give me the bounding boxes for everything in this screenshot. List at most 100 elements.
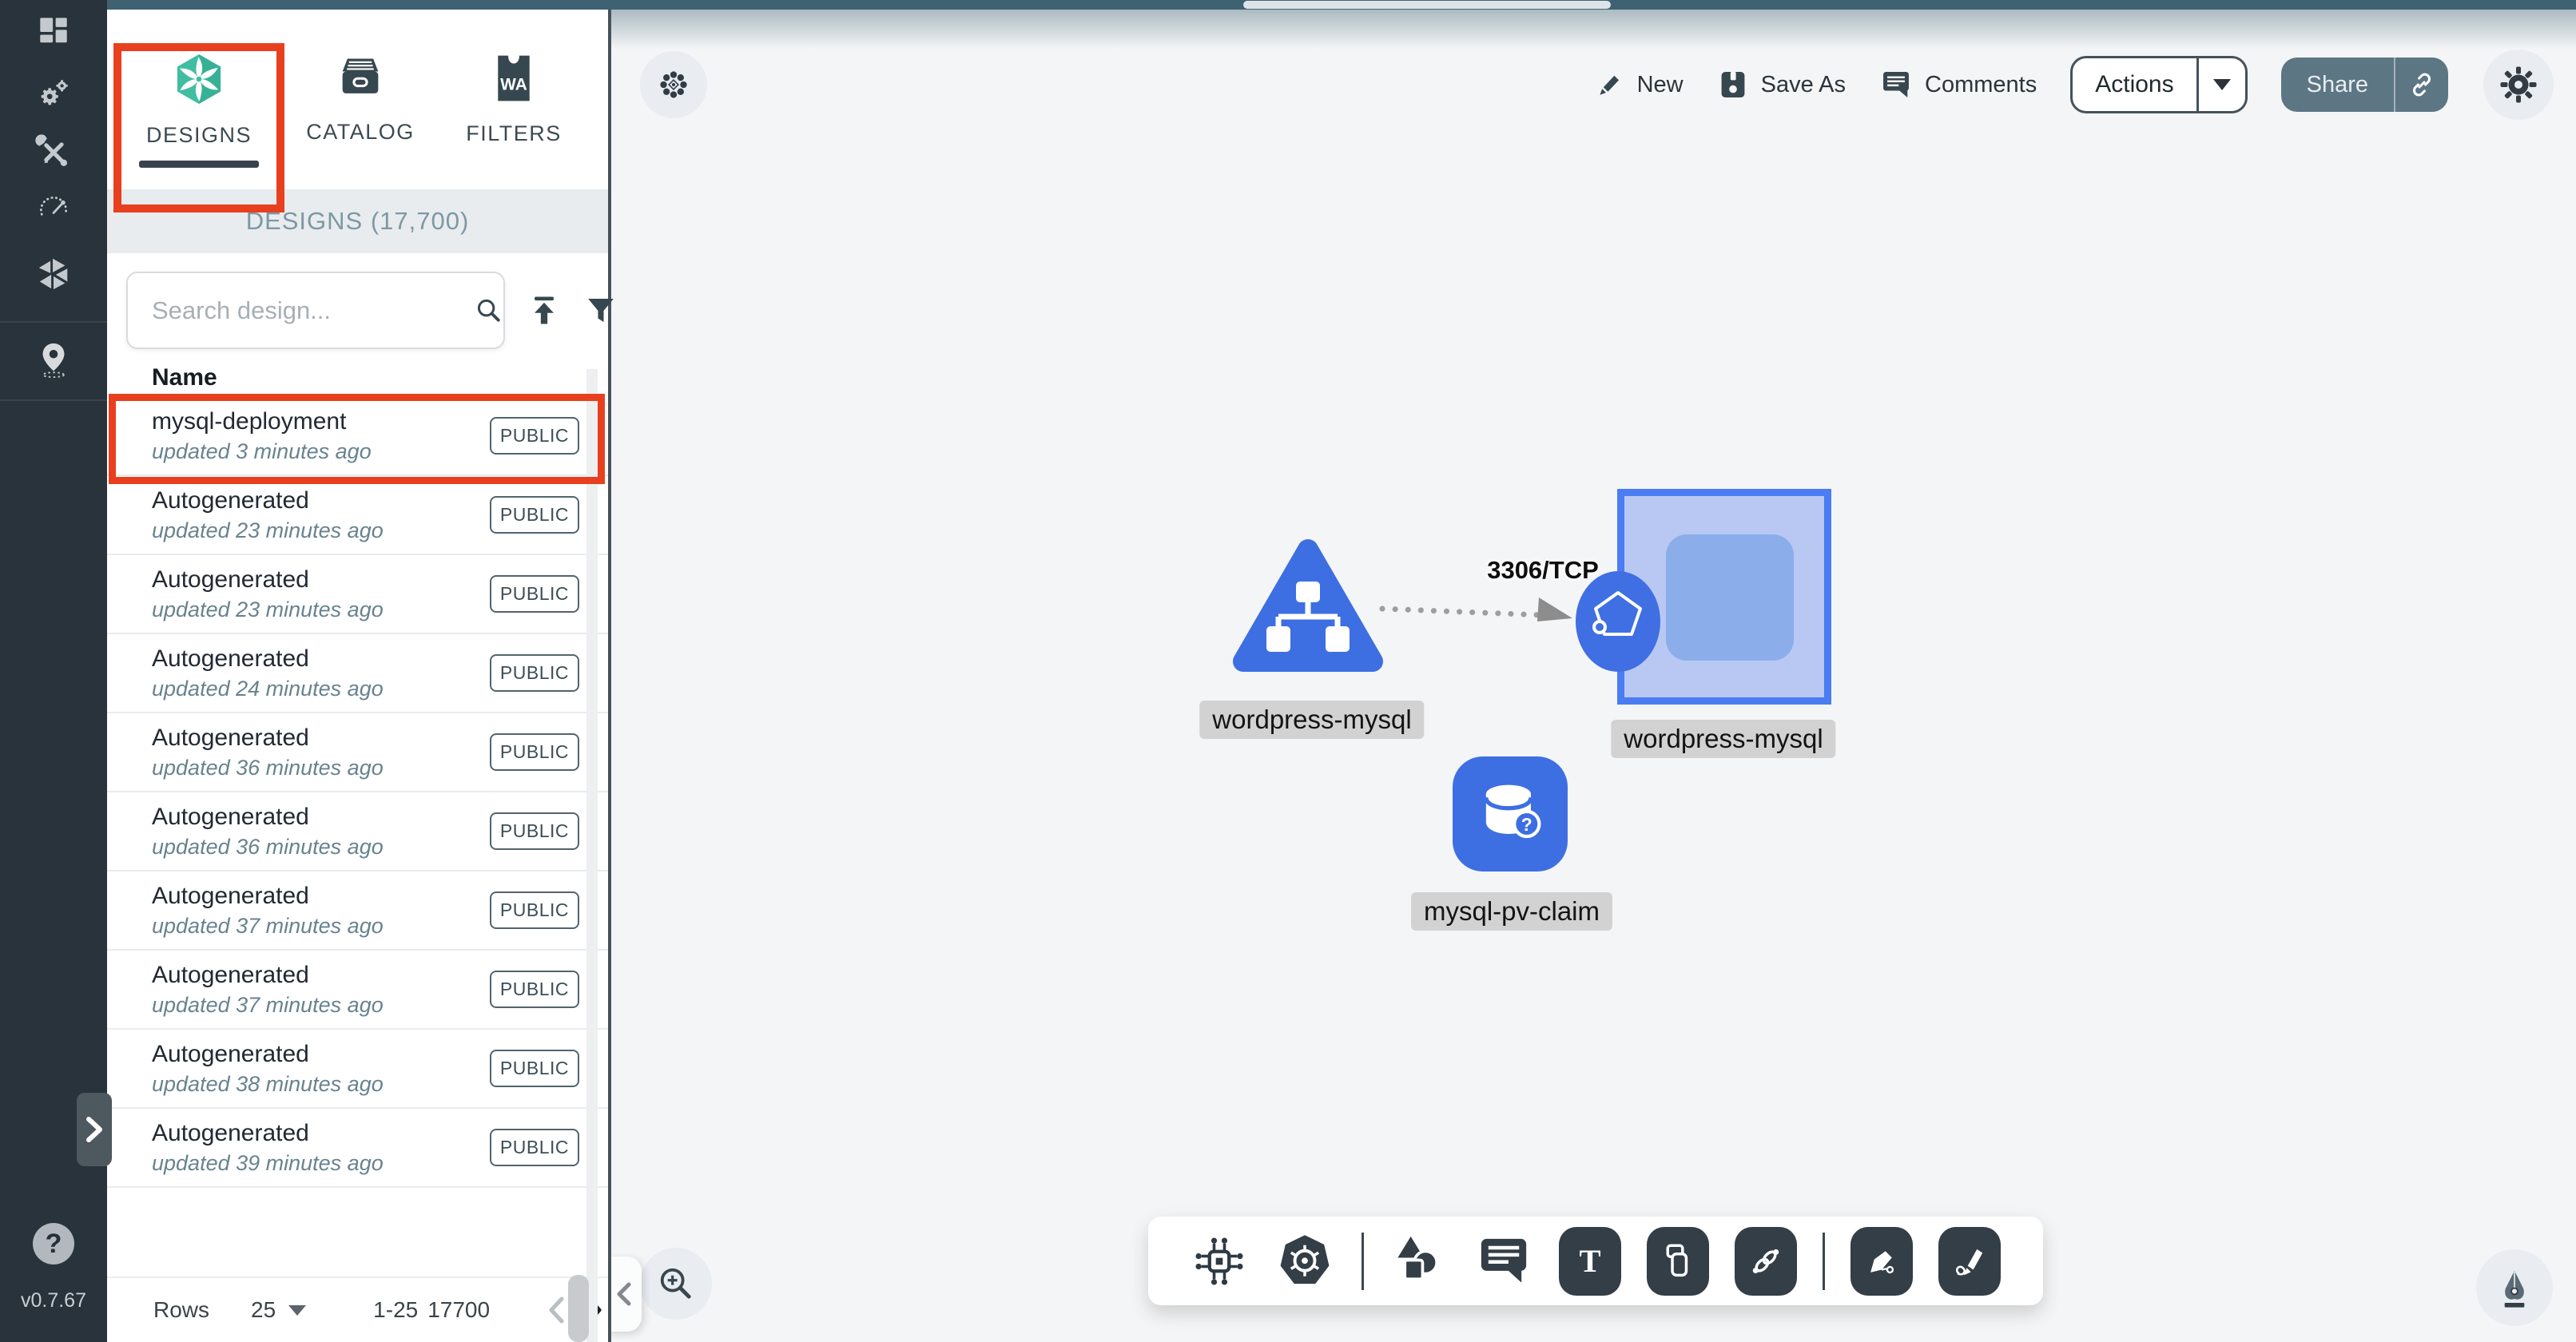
design-name: Autogenerated: [152, 1120, 384, 1147]
panel-header: DESIGNS (17,700): [107, 189, 608, 253]
design-list-item[interactable]: mysql-deployment updated 3 minutes ago P…: [107, 397, 608, 476]
design-item-text: Autogenerated updated 36 minutes ago: [152, 804, 384, 860]
annotation-comment-tool-button[interactable]: [1474, 1232, 1533, 1291]
mesh-visibility-button[interactable]: [640, 51, 707, 118]
tab-catalog[interactable]: CATALOG: [283, 53, 438, 201]
design-name: Autogenerated: [152, 487, 384, 514]
left-nav-sidebar: ? v0.7.67: [0, 0, 107, 1342]
design-item-text: Autogenerated updated 36 minutes ago: [152, 725, 384, 780]
tab-catalog-label: CATALOG: [306, 120, 415, 145]
node-deployment-wordpress-mysql[interactable]: [1232, 537, 1384, 674]
actions-button[interactable]: Actions: [2070, 56, 2247, 113]
pen-tool-button[interactable]: [1851, 1227, 1913, 1296]
sidebar-item-lifecycle[interactable]: [0, 73, 107, 112]
design-updated-time: updated 37 minutes ago: [152, 914, 384, 939]
search-button[interactable]: [472, 294, 506, 328]
pencil-draw-tool-button[interactable]: [1938, 1227, 2001, 1296]
actions-dropdown-button[interactable]: [2199, 58, 2245, 111]
design-list-item[interactable]: Autogenerated updated 23 minutes ago PUB…: [107, 555, 608, 634]
design-list-item[interactable]: Autogenerated updated 37 minutes ago PUB…: [107, 872, 608, 951]
design-list-item[interactable]: Autogenerated updated 36 minutes ago PUB…: [107, 713, 608, 792]
new-design-button[interactable]: New: [1593, 69, 1684, 101]
design-name: Autogenerated: [152, 645, 384, 673]
page-total: 17700: [427, 1297, 490, 1323]
layers-copy-tool-button[interactable]: [1647, 1227, 1709, 1296]
shapes-tool-button[interactable]: [1389, 1232, 1449, 1291]
filter-list-button[interactable]: [583, 293, 618, 328]
annotation-comment-icon: [1474, 1232, 1533, 1291]
top-scrollbar-thumb[interactable]: [1243, 1, 1611, 9]
new-label: New: [1637, 72, 1684, 98]
search-icon: [472, 294, 506, 328]
design-updated-time: updated 36 minutes ago: [152, 835, 384, 860]
text-tool-button[interactable]: T: [1559, 1227, 1621, 1296]
help-button[interactable]: ?: [33, 1223, 74, 1265]
link-tool-button[interactable]: [1735, 1227, 1797, 1296]
sidebar-item-extensions[interactable]: [0, 254, 107, 292]
visibility-badge: PUBLIC: [490, 496, 579, 534]
settings-button[interactable]: [2483, 50, 2554, 120]
tab-filters[interactable]: WA FILTERS: [436, 53, 591, 201]
comments-button[interactable]: Comments: [1879, 68, 2037, 101]
design-list-item[interactable]: Autogenerated updated 24 minutes ago PUB…: [107, 634, 608, 713]
panel-scrollbar-track: [586, 369, 598, 1342]
kubernetes-tool-button[interactable]: [1274, 1230, 1336, 1292]
pencil-draw-icon: [1946, 1238, 1993, 1284]
design-list-item[interactable]: Autogenerated updated 23 minutes ago PUB…: [107, 476, 608, 555]
configuration-wrench-icon: [35, 134, 72, 171]
tab-designs[interactable]: DESIGNS: [121, 53, 276, 201]
visibility-badge: PUBLIC: [490, 971, 579, 1008]
edge-port-label: 3306/TCP: [1487, 556, 1599, 585]
design-name: Autogenerated: [152, 883, 384, 910]
share-button[interactable]: Share: [2281, 58, 2448, 112]
sidebar-item-dashboard[interactable]: [0, 14, 107, 50]
freestyle-draw-button[interactable]: [2476, 1249, 2553, 1326]
panel-scrollbar-thumb[interactable]: [568, 1275, 589, 1342]
collapse-panel-button[interactable]: [611, 1257, 642, 1332]
design-list-item[interactable]: Autogenerated updated 37 minutes ago PUB…: [107, 951, 608, 1030]
shapes-icon: [1389, 1232, 1449, 1291]
visibility-badge: PUBLIC: [490, 575, 579, 613]
visibility-badge: PUBLIC: [490, 1050, 579, 1087]
sidebar-expand-button[interactable]: [77, 1093, 112, 1166]
save-as-button[interactable]: Save As: [1717, 69, 1846, 101]
service-port-handle[interactable]: [1572, 569, 1664, 676]
design-name: Autogenerated: [152, 725, 384, 752]
performance-gauge-icon: [35, 190, 72, 227]
zoom-in-button[interactable]: [640, 1248, 712, 1320]
help-icon: ?: [46, 1229, 62, 1260]
visibility-badge: PUBLIC: [490, 417, 579, 455]
pen-tool-icon: [1858, 1238, 1905, 1284]
design-name: Autogenerated: [152, 962, 384, 989]
rows-dropdown-caret-icon: [288, 1305, 306, 1316]
sidebar-item-performance[interactable]: [0, 190, 107, 227]
copy-link-button[interactable]: [2395, 58, 2448, 112]
sidebar-item-configuration[interactable]: [0, 134, 107, 171]
design-updated-time: updated 39 minutes ago: [152, 1151, 384, 1176]
component-tool-button[interactable]: [1191, 1233, 1248, 1290]
design-canvas[interactable]: New Save As Comments Actions: [611, 0, 2576, 1342]
publish-design-button[interactable]: [526, 292, 563, 329]
tab-filters-label: FILTERS: [466, 121, 562, 146]
chevron-left-icon: [614, 1281, 634, 1307]
design-updated-time: updated 23 minutes ago: [152, 598, 384, 622]
design-list-item[interactable]: Autogenerated updated 36 minutes ago PUB…: [107, 792, 608, 872]
search-input[interactable]: [150, 296, 472, 326]
design-name: Autogenerated: [152, 1041, 384, 1068]
design-updated-time: updated 24 minutes ago: [152, 677, 384, 701]
design-updated-time: updated 38 minutes ago: [152, 1072, 384, 1097]
design-item-text: Autogenerated updated 38 minutes ago: [152, 1041, 384, 1097]
design-item-text: Autogenerated updated 39 minutes ago: [152, 1120, 384, 1176]
design-list-item[interactable]: Autogenerated updated 39 minutes ago PUB…: [107, 1109, 608, 1188]
prev-page-button[interactable]: [546, 1295, 566, 1325]
pagination-bar: Rows 25 1-25 17700: [107, 1276, 608, 1342]
visibility-badge: PUBLIC: [490, 733, 579, 771]
design-updated-time: updated 3 minutes ago: [152, 439, 372, 464]
sidebar-item-kanvas[interactable]: [0, 339, 107, 380]
search-box: [126, 272, 505, 349]
column-header-name: Name: [107, 358, 608, 397]
actions-label: Actions: [2073, 58, 2196, 111]
node-pvc-mysql-pv-claim[interactable]: ?: [1453, 756, 1568, 872]
page-size-select[interactable]: 25: [251, 1297, 306, 1323]
design-list-item[interactable]: Autogenerated updated 38 minutes ago PUB…: [107, 1030, 608, 1109]
